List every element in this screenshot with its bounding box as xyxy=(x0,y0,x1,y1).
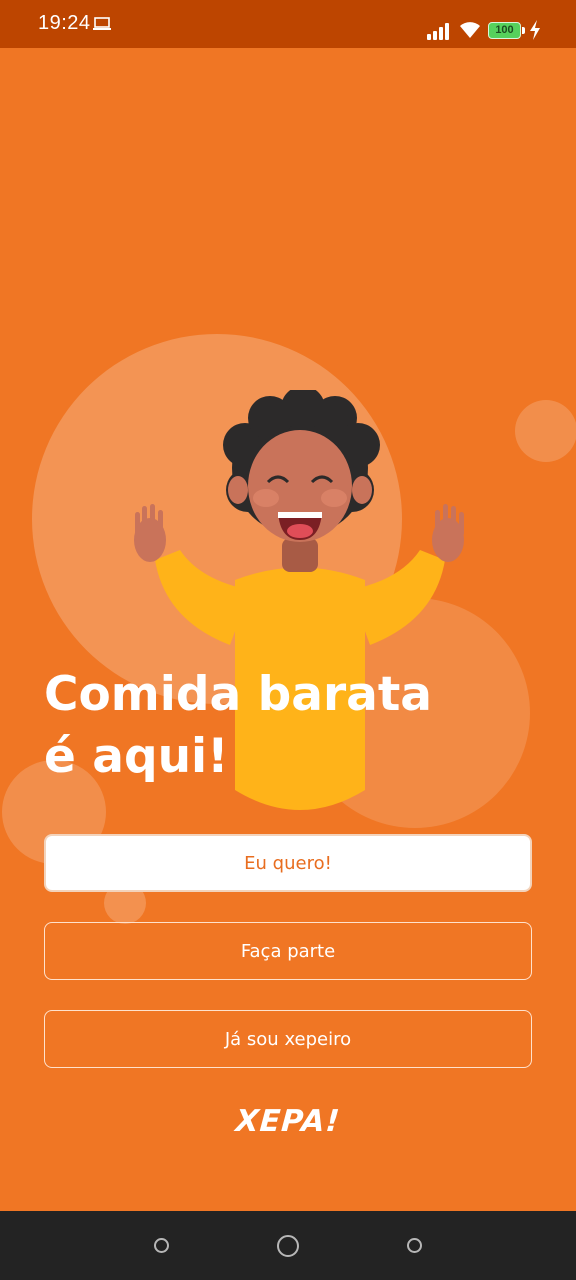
headline: Comida barata é aqui! xyxy=(44,664,524,788)
wifi-icon xyxy=(460,22,480,38)
home-button-icon[interactable] xyxy=(277,1235,299,1257)
eu-quero-button[interactable]: Eu quero! xyxy=(44,834,532,892)
status-time: 19:24 xyxy=(38,12,91,34)
navigation-bar xyxy=(0,1211,576,1280)
ja-sou-xepeiro-button[interactable]: Já sou xepeiro xyxy=(44,1010,532,1068)
headline-line-1: Comida barata xyxy=(44,667,433,722)
xepa-logo: XEPA! xyxy=(234,1104,342,1139)
charging-bolt-icon xyxy=(530,20,540,40)
laptop-icon xyxy=(93,17,111,30)
recents-button-icon[interactable] xyxy=(407,1238,422,1253)
decor-circle-small xyxy=(515,400,576,462)
back-button-icon[interactable] xyxy=(154,1238,169,1253)
status-bar: 19:24 100 xyxy=(0,0,576,48)
signal-icon xyxy=(427,23,449,40)
battery-icon: 100 xyxy=(488,22,526,40)
faca-parte-button[interactable]: Faça parte xyxy=(44,922,532,980)
splash-screen: 19:24 100 Comida barata é aqui! Eu quero… xyxy=(0,0,576,1280)
headline-line-2: é aqui! xyxy=(44,729,229,784)
battery-level: 100 xyxy=(495,24,514,36)
